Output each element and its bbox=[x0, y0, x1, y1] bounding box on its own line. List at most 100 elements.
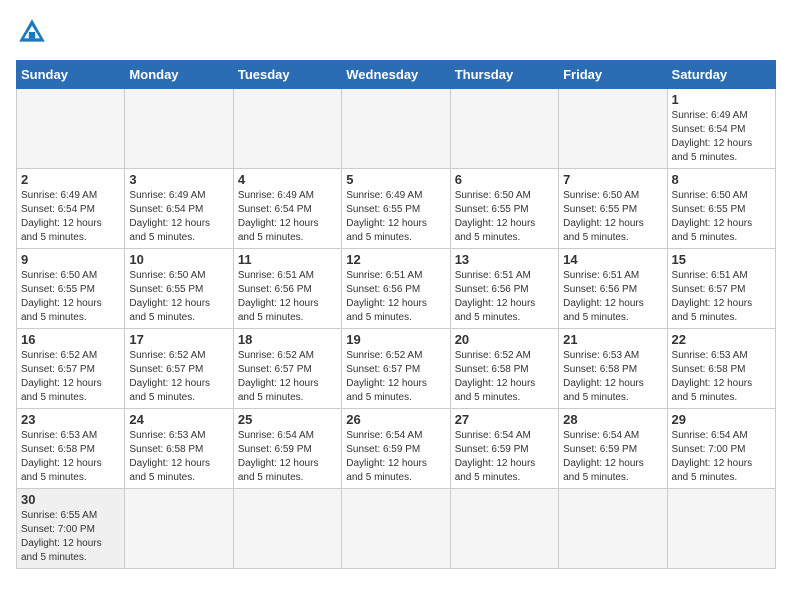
weekday-header-friday: Friday bbox=[559, 61, 667, 89]
day-info: Sunrise: 6:52 AM Sunset: 6:57 PM Dayligh… bbox=[129, 349, 228, 405]
day-info: Sunrise: 6:54 AM Sunset: 6:59 PM Dayligh… bbox=[346, 429, 445, 485]
day-info: Sunrise: 6:54 AM Sunset: 7:00 PM Dayligh… bbox=[672, 429, 771, 485]
day-info: Sunrise: 6:51 AM Sunset: 6:56 PM Dayligh… bbox=[455, 269, 554, 325]
calendar-day-cell: 1 Sunrise: 6:49 AM Sunset: 6:54 PM Daylig… bbox=[667, 89, 775, 169]
day-number: 15 bbox=[672, 252, 771, 267]
day-info: Sunrise: 6:49 AM Sunset: 6:54 PM Dayligh… bbox=[129, 189, 228, 245]
day-number: 20 bbox=[455, 332, 554, 347]
calendar-table: SundayMondayTuesdayWednesdayThursdayFrid… bbox=[16, 60, 776, 569]
page-header bbox=[16, 16, 776, 48]
day-info: Sunrise: 6:52 AM Sunset: 6:57 PM Dayligh… bbox=[346, 349, 445, 405]
day-number: 23 bbox=[21, 412, 120, 427]
calendar-day-cell bbox=[450, 89, 558, 169]
day-info: Sunrise: 6:51 AM Sunset: 6:56 PM Dayligh… bbox=[563, 269, 662, 325]
calendar-day-cell: 3 Sunrise: 6:49 AM Sunset: 6:54 PM Daylig… bbox=[125, 169, 233, 249]
calendar-day-cell: 28 Sunrise: 6:54 AM Sunset: 6:59 PM Dayli… bbox=[559, 409, 667, 489]
calendar-day-cell bbox=[125, 489, 233, 569]
calendar-day-cell: 21 Sunrise: 6:53 AM Sunset: 6:58 PM Dayli… bbox=[559, 329, 667, 409]
day-number: 10 bbox=[129, 252, 228, 267]
weekday-header-wednesday: Wednesday bbox=[342, 61, 450, 89]
calendar-day-cell bbox=[233, 89, 341, 169]
calendar-day-cell: 24Sunrise: 6:53 AM Sunset: 6:58 PM Dayli… bbox=[125, 409, 233, 489]
calendar-day-cell: 13 Sunrise: 6:51 AM Sunset: 6:56 PM Dayli… bbox=[450, 249, 558, 329]
day-number: 25 bbox=[238, 412, 337, 427]
calendar-day-cell: 2 Sunrise: 6:49 AM Sunset: 6:54 PM Daylig… bbox=[17, 169, 125, 249]
calendar-day-cell: 19 Sunrise: 6:52 AM Sunset: 6:57 PM Dayli… bbox=[342, 329, 450, 409]
calendar-day-cell: 10 Sunrise: 6:50 AM Sunset: 6:55 PM Dayli… bbox=[125, 249, 233, 329]
day-number: 21 bbox=[563, 332, 662, 347]
day-number: 13 bbox=[455, 252, 554, 267]
day-info: Sunrise: 6:50 AM Sunset: 6:55 PM Dayligh… bbox=[563, 189, 662, 245]
calendar-day-cell: 26 Sunrise: 6:54 AM Sunset: 6:59 PM Dayli… bbox=[342, 409, 450, 489]
day-number: 14 bbox=[563, 252, 662, 267]
calendar-week-row: 9Sunrise: 6:50 AM Sunset: 6:55 PM Daylig… bbox=[17, 249, 776, 329]
weekday-header-monday: Monday bbox=[125, 61, 233, 89]
day-number: 12 bbox=[346, 252, 445, 267]
day-info: Sunrise: 6:50 AM Sunset: 6:55 PM Dayligh… bbox=[455, 189, 554, 245]
day-number: 18 bbox=[238, 332, 337, 347]
day-number: 27 bbox=[455, 412, 554, 427]
calendar-day-cell bbox=[559, 489, 667, 569]
day-info: Sunrise: 6:52 AM Sunset: 6:57 PM Dayligh… bbox=[21, 349, 120, 405]
day-number: 22 bbox=[672, 332, 771, 347]
day-info: Sunrise: 6:53 AM Sunset: 6:58 PM Dayligh… bbox=[563, 349, 662, 405]
day-number: 7 bbox=[563, 172, 662, 187]
day-info: Sunrise: 6:51 AM Sunset: 6:56 PM Dayligh… bbox=[238, 269, 337, 325]
calendar-day-cell: 11 Sunrise: 6:51 AM Sunset: 6:56 PM Dayli… bbox=[233, 249, 341, 329]
logo bbox=[16, 16, 52, 48]
calendar-day-cell: 29Sunrise: 6:54 AM Sunset: 7:00 PM Dayli… bbox=[667, 409, 775, 489]
calendar-day-cell bbox=[125, 89, 233, 169]
calendar-day-cell: 27Sunrise: 6:54 AM Sunset: 6:59 PM Dayli… bbox=[450, 409, 558, 489]
day-info: Sunrise: 6:50 AM Sunset: 6:55 PM Dayligh… bbox=[129, 269, 228, 325]
calendar-day-cell: 20Sunrise: 6:52 AM Sunset: 6:58 PM Dayli… bbox=[450, 329, 558, 409]
day-info: Sunrise: 6:54 AM Sunset: 6:59 PM Dayligh… bbox=[238, 429, 337, 485]
calendar-day-cell: 23 Sunrise: 6:53 AM Sunset: 6:58 PM Dayli… bbox=[17, 409, 125, 489]
calendar-day-cell: 4Sunrise: 6:49 AM Sunset: 6:54 PM Daylig… bbox=[233, 169, 341, 249]
day-info: Sunrise: 6:49 AM Sunset: 6:54 PM Dayligh… bbox=[238, 189, 337, 245]
calendar-week-row: 16 Sunrise: 6:52 AM Sunset: 6:57 PM Dayli… bbox=[17, 329, 776, 409]
day-number: 8 bbox=[672, 172, 771, 187]
calendar-day-cell: 18Sunrise: 6:52 AM Sunset: 6:57 PM Dayli… bbox=[233, 329, 341, 409]
calendar-week-row: 1 Sunrise: 6:49 AM Sunset: 6:54 PM Daylig… bbox=[17, 89, 776, 169]
day-number: 3 bbox=[129, 172, 228, 187]
calendar-week-row: 23 Sunrise: 6:53 AM Sunset: 6:58 PM Dayli… bbox=[17, 409, 776, 489]
weekday-header-saturday: Saturday bbox=[667, 61, 775, 89]
calendar-day-cell bbox=[17, 89, 125, 169]
calendar-day-cell bbox=[233, 489, 341, 569]
calendar-week-row: 30 Sunrise: 6:55 AM Sunset: 7:00 PM Dayli… bbox=[17, 489, 776, 569]
day-info: Sunrise: 6:55 AM Sunset: 7:00 PM Dayligh… bbox=[21, 509, 120, 565]
day-number: 16 bbox=[21, 332, 120, 347]
day-info: Sunrise: 6:50 AM Sunset: 6:55 PM Dayligh… bbox=[21, 269, 120, 325]
calendar-day-cell bbox=[559, 89, 667, 169]
logo-icon bbox=[16, 16, 48, 48]
day-info: Sunrise: 6:54 AM Sunset: 6:59 PM Dayligh… bbox=[563, 429, 662, 485]
day-info: Sunrise: 6:50 AM Sunset: 6:55 PM Dayligh… bbox=[672, 189, 771, 245]
calendar-day-cell: 12 Sunrise: 6:51 AM Sunset: 6:56 PM Dayli… bbox=[342, 249, 450, 329]
calendar-day-cell: 5Sunrise: 6:49 AM Sunset: 6:55 PM Daylig… bbox=[342, 169, 450, 249]
day-number: 6 bbox=[455, 172, 554, 187]
day-info: Sunrise: 6:53 AM Sunset: 6:58 PM Dayligh… bbox=[672, 349, 771, 405]
day-info: Sunrise: 6:51 AM Sunset: 6:56 PM Dayligh… bbox=[346, 269, 445, 325]
day-info: Sunrise: 6:53 AM Sunset: 6:58 PM Dayligh… bbox=[21, 429, 120, 485]
day-number: 26 bbox=[346, 412, 445, 427]
day-info: Sunrise: 6:49 AM Sunset: 6:54 PM Dayligh… bbox=[672, 109, 771, 165]
calendar-day-cell: 22 Sunrise: 6:53 AM Sunset: 6:58 PM Dayli… bbox=[667, 329, 775, 409]
day-number: 1 bbox=[672, 92, 771, 107]
day-number: 11 bbox=[238, 252, 337, 267]
day-info: Sunrise: 6:51 AM Sunset: 6:57 PM Dayligh… bbox=[672, 269, 771, 325]
calendar-day-cell: 17Sunrise: 6:52 AM Sunset: 6:57 PM Dayli… bbox=[125, 329, 233, 409]
day-info: Sunrise: 6:49 AM Sunset: 6:54 PM Dayligh… bbox=[21, 189, 120, 245]
day-number: 2 bbox=[21, 172, 120, 187]
weekday-header-thursday: Thursday bbox=[450, 61, 558, 89]
calendar-day-cell: 8 Sunrise: 6:50 AM Sunset: 6:55 PM Daylig… bbox=[667, 169, 775, 249]
calendar-week-row: 2 Sunrise: 6:49 AM Sunset: 6:54 PM Daylig… bbox=[17, 169, 776, 249]
day-info: Sunrise: 6:49 AM Sunset: 6:55 PM Dayligh… bbox=[346, 189, 445, 245]
calendar-day-cell: 9Sunrise: 6:50 AM Sunset: 6:55 PM Daylig… bbox=[17, 249, 125, 329]
day-info: Sunrise: 6:53 AM Sunset: 6:58 PM Dayligh… bbox=[129, 429, 228, 485]
calendar-day-cell bbox=[342, 89, 450, 169]
calendar-day-cell: 15 Sunrise: 6:51 AM Sunset: 6:57 PM Dayli… bbox=[667, 249, 775, 329]
calendar-day-cell: 6 Sunrise: 6:50 AM Sunset: 6:55 PM Daylig… bbox=[450, 169, 558, 249]
day-number: 30 bbox=[21, 492, 120, 507]
day-number: 28 bbox=[563, 412, 662, 427]
day-number: 19 bbox=[346, 332, 445, 347]
